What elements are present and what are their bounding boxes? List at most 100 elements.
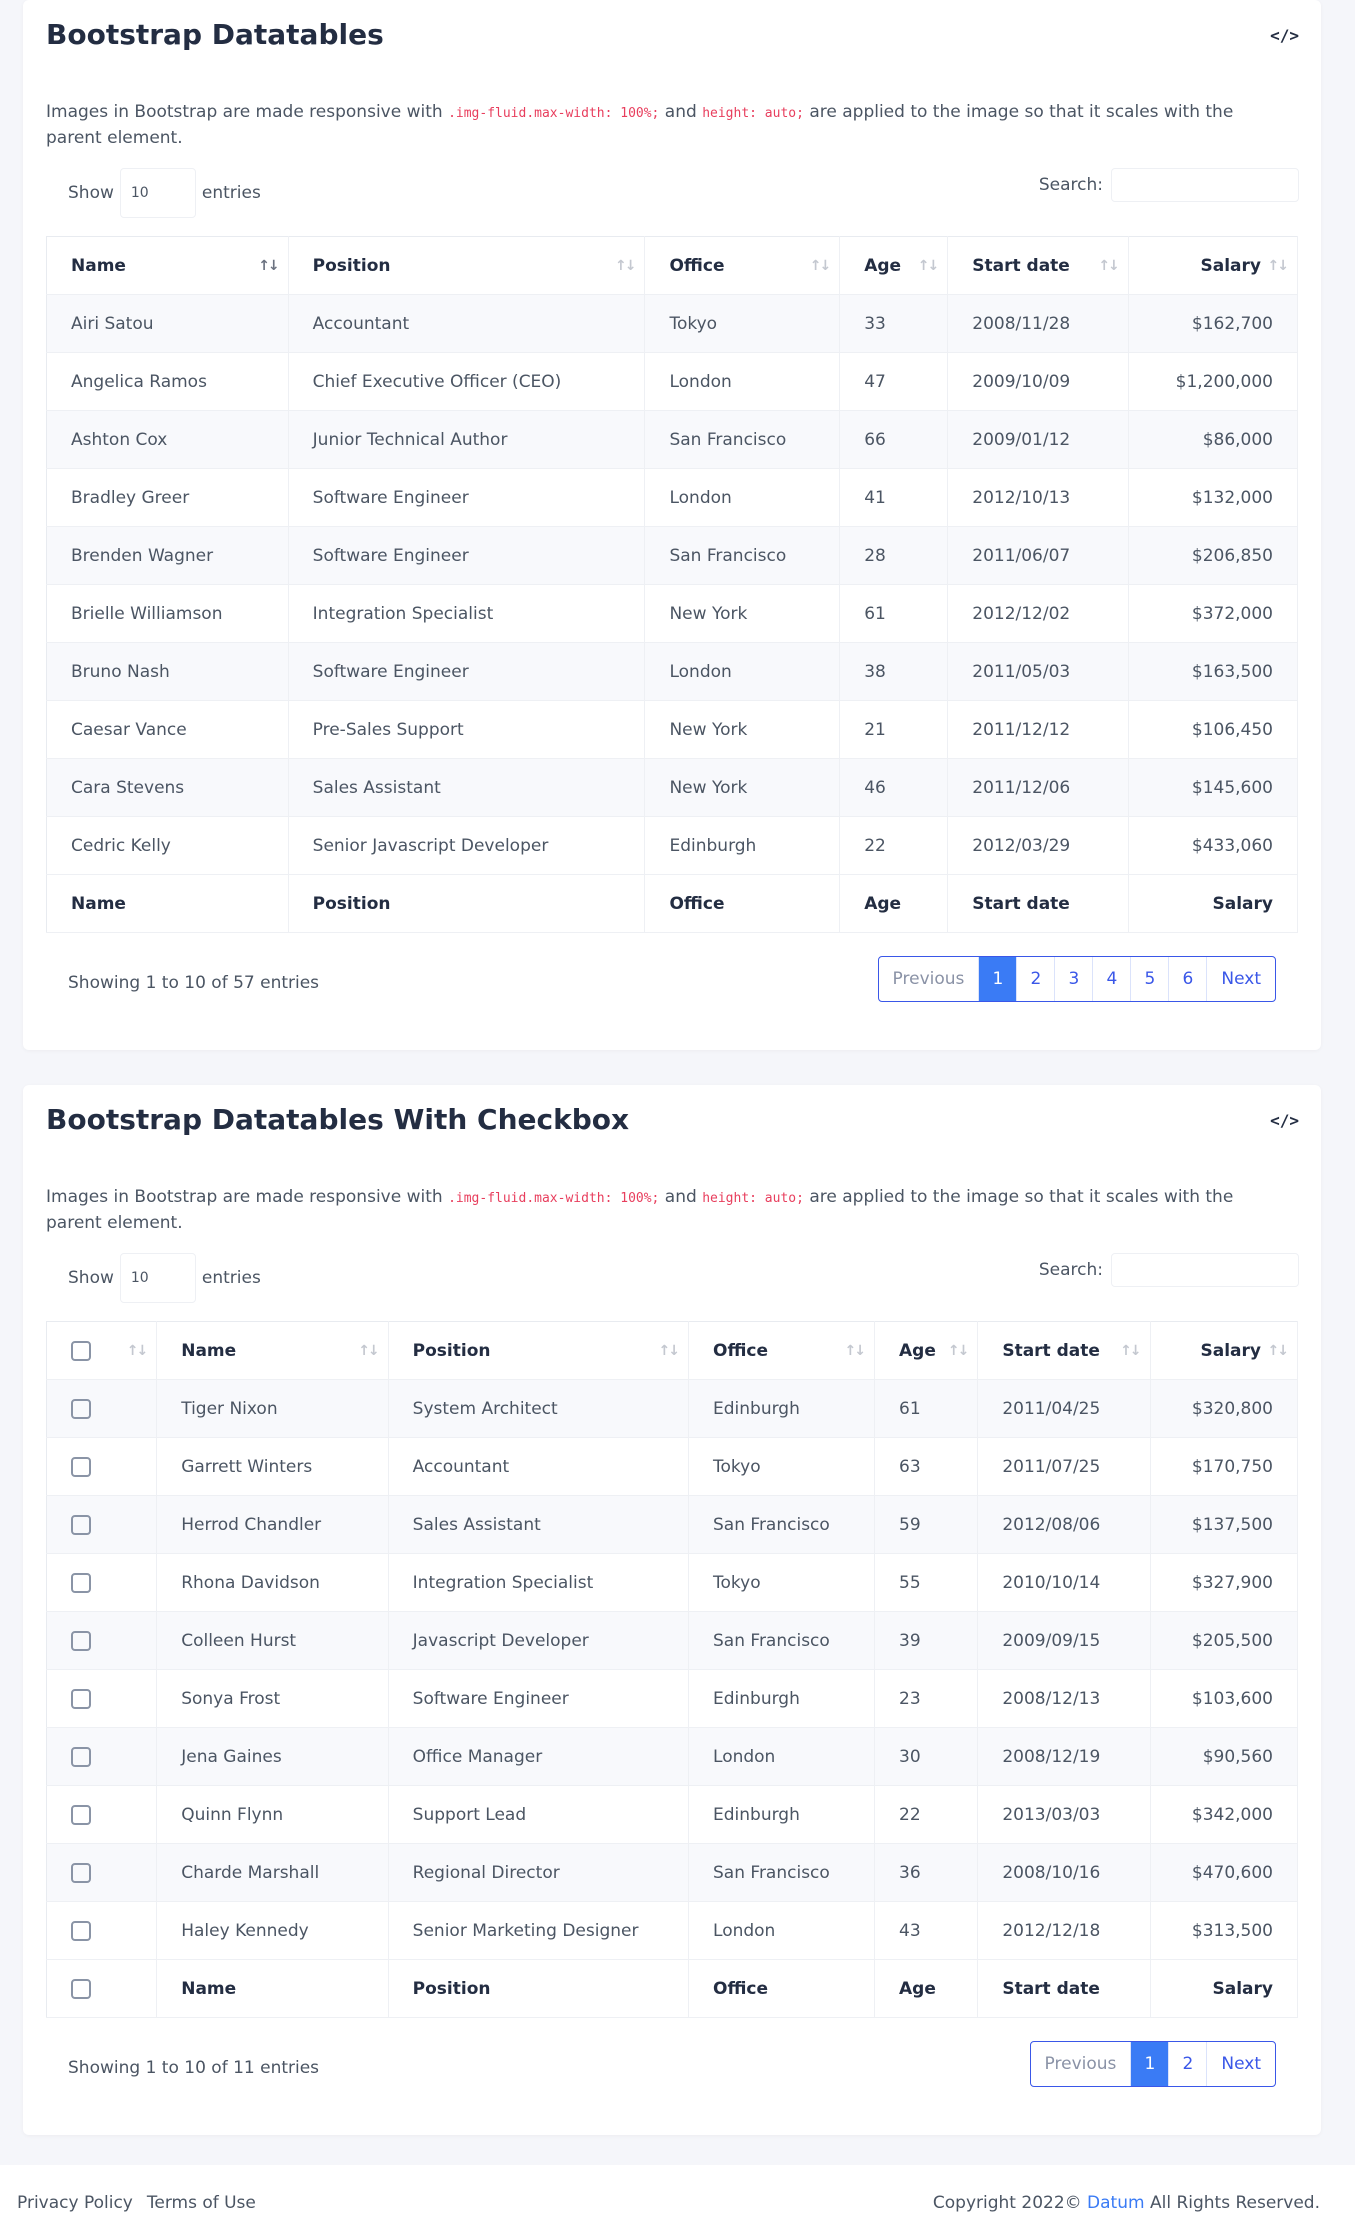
column-header[interactable]: Name ↑↓ xyxy=(156,1321,389,1380)
search-input[interactable] xyxy=(1111,168,1299,202)
sort-arrows-icon: ↑↓ xyxy=(1267,1342,1290,1359)
column-header[interactable]: Age ↑↓ xyxy=(874,1321,979,1380)
checkbox-icon[interactable] xyxy=(71,1978,91,1999)
select-all-header[interactable]: ↑↓ xyxy=(46,1321,158,1380)
table-cell: Office Manager xyxy=(388,1727,690,1786)
column-header[interactable]: Age ↑↓ xyxy=(839,236,949,295)
footer: Privacy Policy Terms of Use Copyright 20… xyxy=(0,2165,1355,2230)
column-header[interactable]: Salary ↑↓ xyxy=(1150,1321,1299,1380)
table-cell: San Francisco xyxy=(644,410,841,469)
table-cell: 38 xyxy=(839,642,949,701)
code-icon[interactable]: </> xyxy=(1270,26,1299,45)
checkbox-icon[interactable] xyxy=(71,1456,91,1477)
page-button[interactable]: 6 xyxy=(1169,957,1208,1001)
row-select-cell xyxy=(46,1843,158,1902)
sort-arrows-icon: ↑↓ xyxy=(844,1342,867,1359)
page-button[interactable]: 2 xyxy=(1017,957,1056,1001)
entries-length-select[interactable]: 10 xyxy=(119,168,196,218)
table-cell: 47 xyxy=(839,352,949,411)
column-footer: Name xyxy=(46,874,289,933)
column-footer: Start date xyxy=(977,1959,1151,2018)
table-cell: $313,500 xyxy=(1150,1901,1299,1960)
sort-ascending-icon: ↑↓ xyxy=(258,257,280,274)
table-row: Haley Kennedy Senior Marketing Designer Lo… xyxy=(46,1901,1299,1960)
table-cell: 2008/12/19 xyxy=(977,1727,1151,1786)
sort-arrows-icon: ↑↓ xyxy=(917,257,940,274)
page-button[interactable]: 5 xyxy=(1131,957,1170,1001)
code-icon[interactable]: </> xyxy=(1270,1111,1299,1130)
table-cell: 22 xyxy=(874,1785,979,1844)
table-row: Bruno Nash Software Engineer London 38 2011/… xyxy=(46,642,1299,701)
column-header[interactable]: Position ↑↓ xyxy=(288,236,646,295)
checkbox-icon[interactable] xyxy=(71,1514,91,1535)
search-control: Search: xyxy=(1039,168,1299,202)
privacy-policy-link[interactable]: Privacy Policy xyxy=(17,2193,133,2213)
column-header-label: Name xyxy=(71,255,126,276)
sort-arrows-icon: ↑↓ xyxy=(1120,1342,1142,1359)
next-page-button[interactable]: Next xyxy=(1207,2042,1275,2086)
table-cell: 33 xyxy=(839,294,949,353)
column-header[interactable]: Start date ↑↓ xyxy=(977,1321,1151,1380)
column-header[interactable]: Start date ↑↓ xyxy=(947,236,1129,295)
desc-text: and xyxy=(659,102,703,122)
card-title: Bootstrap Datatables With Checkbox xyxy=(46,1103,630,1136)
previous-page-button[interactable]: Previous xyxy=(1031,2042,1132,2086)
page-button[interactable]: 1 xyxy=(979,957,1018,1001)
table-cell: Airi Satou xyxy=(46,294,289,353)
checkbox-icon[interactable] xyxy=(71,1688,91,1709)
checkbox-icon[interactable] xyxy=(71,1630,91,1651)
entries-label: entries xyxy=(201,1268,261,1288)
card-title: Bootstrap Datatables xyxy=(46,18,384,51)
checkbox-icon[interactable] xyxy=(71,1340,91,1361)
checkbox-icon[interactable] xyxy=(71,1746,91,1767)
table-cell: Quinn Flynn xyxy=(156,1785,389,1844)
table-cell: 2012/10/13 xyxy=(947,468,1129,527)
page-button[interactable]: 3 xyxy=(1055,957,1094,1001)
table-cell: 2009/09/15 xyxy=(977,1611,1151,1670)
column-header-label: Office xyxy=(713,1340,769,1361)
column-header[interactable]: Office ↑↓ xyxy=(688,1321,875,1380)
next-page-button[interactable]: Next xyxy=(1207,957,1275,1001)
checkbox-icon[interactable] xyxy=(71,1920,91,1941)
table-cell: Chief Executive Officer (CEO) xyxy=(288,352,646,411)
entries-length-select[interactable]: 10 xyxy=(119,1253,196,1303)
page-button[interactable]: 1 xyxy=(1131,2042,1170,2086)
table-cell: $162,700 xyxy=(1128,294,1299,353)
checkbox-icon[interactable] xyxy=(71,1804,91,1825)
table-cell: 23 xyxy=(874,1669,979,1728)
previous-page-button[interactable]: Previous xyxy=(879,957,980,1001)
table-cell: $320,800 xyxy=(1150,1379,1299,1438)
footer-links: Privacy Policy Terms of Use xyxy=(17,2193,256,2213)
table-cell: Edinburgh xyxy=(688,1379,875,1438)
checkbox-icon[interactable] xyxy=(71,1398,91,1419)
table-cell: Edinburgh xyxy=(644,816,841,875)
column-header[interactable]: Position ↑↓ xyxy=(388,1321,690,1380)
page-button[interactable]: 4 xyxy=(1093,957,1132,1001)
sort-ascending-icon: ↑↓ xyxy=(126,1342,149,1359)
table-cell: 22 xyxy=(839,816,949,875)
column-header[interactable]: Name ↑↓ xyxy=(46,236,289,295)
table-cell: 2011/12/06 xyxy=(947,758,1129,817)
table-cell: London xyxy=(644,468,841,527)
terms-of-use-link[interactable]: Terms of Use xyxy=(147,2193,256,2213)
table-foot: Name Position Office Age Start date Salary xyxy=(46,874,1299,933)
sort-arrows-icon: ↑↓ xyxy=(658,1342,681,1359)
column-header[interactable]: Salary ↑↓ xyxy=(1128,236,1299,295)
select-all-footer[interactable] xyxy=(46,1959,158,2018)
data-table: ↑↓ Name ↑↓ Position ↑↓ Office ↑↓ Age ↑↓ Start dat… xyxy=(46,1321,1299,2018)
table-cell: 21 xyxy=(839,700,949,759)
search-label: Search: xyxy=(1038,175,1103,195)
brand-link[interactable]: Datum xyxy=(1087,2193,1145,2213)
table-cell: Sonya Frost xyxy=(156,1669,389,1728)
copyright-text: Copyright 2022© xyxy=(932,2193,1088,2213)
page-button[interactable]: 2 xyxy=(1169,2042,1208,2086)
search-input[interactable] xyxy=(1111,1253,1299,1287)
checkbox-icon[interactable] xyxy=(71,1572,91,1593)
checkbox-icon[interactable] xyxy=(71,1862,91,1883)
table-cell: San Francisco xyxy=(688,1611,875,1670)
column-footer: Name xyxy=(156,1959,389,2018)
table-row: Brenden Wagner Software Engineer San Franc… xyxy=(46,526,1299,585)
column-header[interactable]: Office ↑↓ xyxy=(644,236,841,295)
footer-row: Name Position Office Age Start date Salary xyxy=(46,874,1299,933)
table-cell: 2010/10/14 xyxy=(977,1553,1151,1612)
